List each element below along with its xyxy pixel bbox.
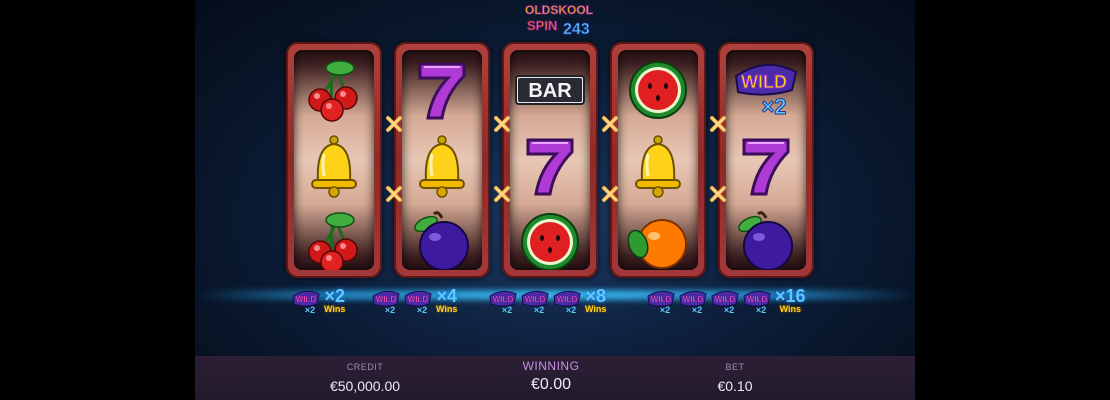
symbol-seven (726, 130, 806, 202)
ways-x-icon (492, 114, 512, 134)
wild-badge-multiplier: ×2 (566, 305, 576, 315)
reel-3: BAR (502, 42, 598, 278)
wild-paytable-entry: WILD ×2 WILD ×2 WILD ×2 ×8 Wins (487, 284, 606, 318)
symbol-seven (402, 54, 482, 126)
ways-x-icon (708, 184, 728, 204)
wild-badge-icon: WILD ×2 (402, 287, 434, 315)
winning-stat: WINNING €0.00 (471, 356, 631, 394)
reel-window (402, 50, 482, 270)
winning-label: WINNING (522, 359, 580, 373)
wild-badge-multiplier: ×2 (502, 305, 512, 315)
wild-badge-multiplier: ×2 (692, 305, 702, 315)
wild-badge-multiplier: ×2 (724, 305, 734, 315)
wild-badge-icon: WILD ×2 (677, 287, 709, 315)
credit-stat: CREDIT €50,000.00 (285, 356, 445, 394)
reel-5: WILD ×2 (718, 42, 814, 278)
wild-multiplier-label: ×4 Wins (436, 286, 458, 314)
wild-badge-label: WILD (296, 295, 317, 304)
ways-x-icon (492, 184, 512, 204)
wild-badge-label: WILD (493, 295, 514, 304)
symbol-plum (402, 206, 482, 270)
wild-badge-multiplier: ×2 (305, 305, 315, 315)
multiplier-wins-text: Wins (436, 304, 458, 314)
bet-value: €0.10 (717, 378, 753, 394)
wild-badge-label: WILD (376, 295, 397, 304)
reel-4 (610, 42, 706, 278)
reel-window (294, 50, 374, 270)
multiplier-wins-text: Wins (324, 304, 346, 314)
wild-badge-icon: WILD ×2 (290, 287, 322, 315)
game-area: OLDSKOOL SPIN 243 BAR WILD ×2 WILD ×2 ×2 Wins… (195, 0, 915, 400)
wild-badge-label: WILD (408, 295, 429, 304)
logo-line3: 243 (563, 21, 590, 38)
ways-x-icon (708, 114, 728, 134)
wild-badge-icon: WILD ×2 (487, 287, 519, 315)
wild-badge-multiplier: ×2 (756, 305, 766, 315)
ways-x-icon (384, 184, 404, 204)
reel-window: WILD ×2 (726, 50, 806, 270)
wild-label: WILD (741, 72, 787, 92)
bet-stat: BET €0.10 (655, 356, 815, 394)
wild-badge-multiplier: ×2 (417, 305, 427, 315)
symbol-watermelon (510, 206, 590, 270)
ways-x-icon (600, 184, 620, 204)
wild-badge-multiplier: ×2 (534, 305, 544, 315)
ways-x-icon (384, 114, 404, 134)
reel-2 (394, 42, 490, 278)
multiplier-value: ×2 (324, 286, 345, 306)
wild-badge-multiplier: ×2 (385, 305, 395, 315)
credit-label: CREDIT (346, 362, 384, 372)
multiplier-wins-text: Wins (585, 304, 607, 314)
credit-value: €50,000.00 (329, 378, 401, 394)
symbol-bell (618, 130, 698, 202)
reel-1 (286, 42, 382, 278)
symbol-seven (510, 130, 590, 202)
wild-badge-label: WILD (557, 295, 578, 304)
bar-label: BAR (528, 80, 572, 102)
symbol-wild-x2: WILD ×2 (726, 54, 806, 126)
symbol-orange (618, 206, 698, 270)
bottom-bar: CREDIT €50,000.00 WINNING €0.00 BET €0.1… (195, 356, 915, 400)
wild-paytable-entry: WILD ×2 WILD ×2 WILD ×2 WILD ×2 ×16 Wins (645, 284, 806, 318)
symbol-bell (402, 130, 482, 202)
symbol-bar: BAR (510, 54, 590, 126)
wild-multiplier: ×2 (761, 94, 786, 119)
wild-badge-label: WILD (651, 295, 672, 304)
symbol-plum (726, 206, 806, 270)
wild-badge-icon: WILD ×2 (370, 287, 402, 315)
wild-badge-label: WILD (747, 295, 768, 304)
wild-badge-icon: WILD ×2 (519, 287, 551, 315)
wild-multiplier-label: ×2 Wins (324, 286, 346, 314)
wild-badge-icon: WILD ×2 (709, 287, 741, 315)
symbol-watermelon (618, 54, 698, 126)
reel-window: BAR (510, 50, 590, 270)
wild-badge-icon: WILD ×2 (551, 287, 583, 315)
multiplier-wins-text: Wins (779, 304, 801, 314)
wild-paytable-entry: WILD ×2 WILD ×2 ×4 Wins (370, 284, 457, 318)
wild-multiplier-label: ×8 Wins (585, 286, 607, 314)
multiplier-value: ×16 (775, 286, 806, 306)
wild-badge-label: WILD (683, 295, 704, 304)
wild-paytable-entry: WILD ×2 ×2 Wins (290, 284, 345, 318)
logo-line1: OLDSKOOL (525, 3, 593, 17)
multiplier-value: ×8 (585, 286, 606, 306)
game-logo: OLDSKOOL SPIN 243 (525, 3, 594, 39)
wild-badge-icon: WILD ×2 (645, 287, 677, 315)
symbol-cherry (294, 54, 374, 126)
ways-x-icon (600, 114, 620, 134)
reel-window (618, 50, 698, 270)
wild-badge-label: WILD (525, 295, 546, 304)
winning-value: €0.00 (530, 376, 572, 393)
logo-line2: SPIN (527, 18, 557, 33)
wild-badge-multiplier: ×2 (660, 305, 670, 315)
wild-badge-label: WILD (715, 295, 736, 304)
symbol-bell (294, 130, 374, 202)
bet-label: BET (725, 362, 745, 372)
wild-badge-icon: WILD ×2 (741, 287, 773, 315)
wild-multiplier-label: ×16 Wins (775, 286, 806, 314)
multiplier-value: ×4 (436, 286, 457, 306)
symbol-cherry (294, 206, 374, 270)
